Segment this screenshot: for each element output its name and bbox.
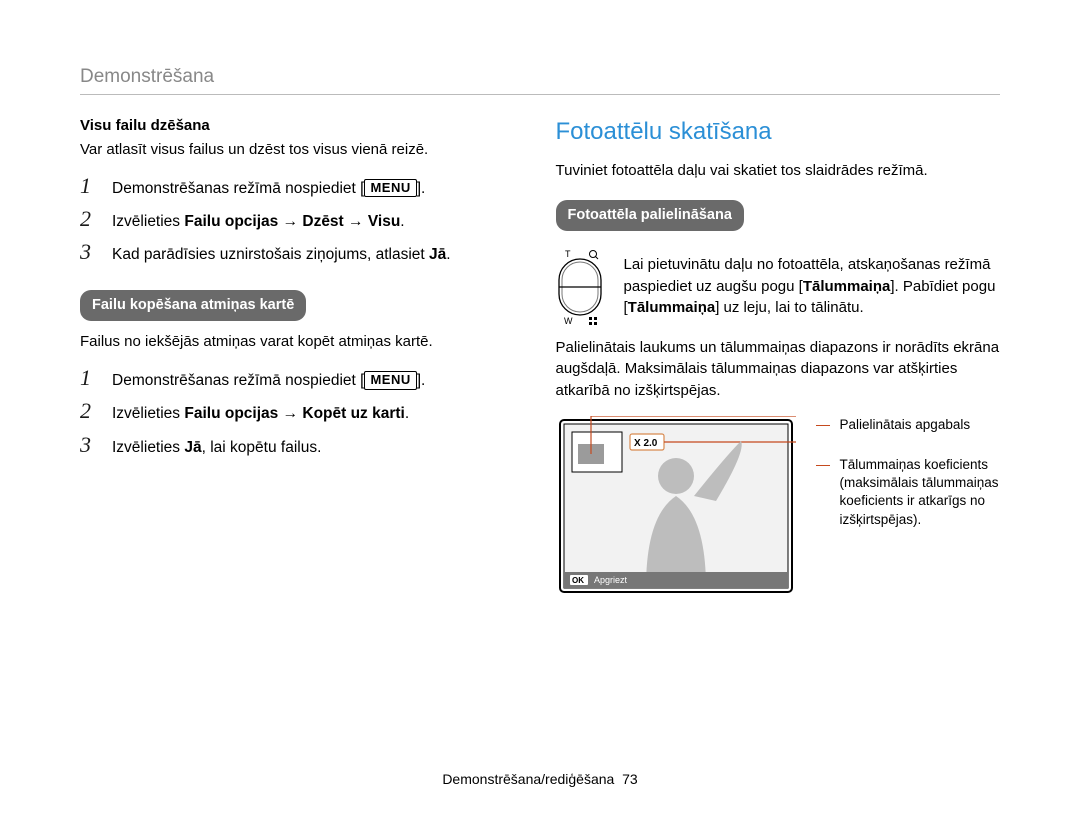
callout-coefficient: Tālummaiņas koeficients (maksimālais tāl…	[816, 456, 1001, 529]
zoom-t-label: T	[565, 249, 571, 259]
step-bold: Failu opcijas → Kopēt uz karti	[184, 405, 404, 422]
section-intro: Tuviniet fotoattēla daļu vai skatiet tos…	[556, 160, 1001, 182]
step-text: Izvēlieties Jā, lai kopētu failus.	[112, 436, 496, 459]
right-column: Fotoattēlu skatīšana Tuviniet fotoattēla…	[556, 115, 1001, 603]
menu-button-label: MENU	[364, 179, 416, 198]
step-number: 1	[80, 175, 100, 197]
step-number: 3	[80, 434, 100, 456]
zoom-w-label: W	[564, 316, 573, 325]
step-bold: Failu opcijas → Dzēst → Visu	[184, 213, 400, 230]
page-footer: Demonstrēšana/rediģēšana 73	[80, 771, 1000, 787]
step-number: 2	[80, 208, 100, 230]
step-fragment: Izvēlieties	[112, 405, 184, 422]
zoom-rocker-desc: Lai pietuvinātu daļu no fotoattēla, atsk…	[624, 254, 1001, 319]
step-fragment: ].	[417, 180, 426, 197]
zoom-heading-pill: Fotoattēla palielināšana	[556, 200, 744, 231]
step-fragment: Izvēlieties	[112, 439, 184, 456]
section-title: Fotoattēlu skatīšana	[556, 115, 1001, 150]
step-bold: Jā	[429, 246, 446, 263]
svg-text:OK: OK	[572, 576, 584, 585]
zoom-rocker-block: T W Lai pietuvinātu daļu no fotoattēla, …	[556, 249, 1001, 325]
step-fragment: , lai kopētu failus.	[202, 439, 322, 456]
delete-all-steps: 1 Demonstrēšanas režīmā nospiediet [MENU…	[80, 175, 496, 267]
footer-section: Demonstrēšana/rediģēšana	[442, 771, 614, 787]
callout-area: Palielinātais apgabals	[816, 416, 1001, 434]
svg-text:X 2.0: X 2.0	[634, 438, 658, 449]
step-number: 2	[80, 400, 100, 422]
step-fragment: .	[400, 213, 404, 230]
running-head: Demonstrēšana	[80, 66, 1000, 95]
step-text: Izvēlieties Failu opcijas → Kopēt uz kar…	[112, 402, 496, 425]
step-fragment: Demonstrēšanas režīmā nospiediet [	[112, 180, 364, 197]
step-fragment: .	[446, 246, 450, 263]
copy-desc: Failus no iekšējās atmiņas varat kopēt a…	[80, 331, 496, 353]
delete-all-heading: Visu failu dzēšana	[80, 115, 496, 137]
page-number: 73	[622, 771, 638, 787]
step-fragment: ].	[417, 372, 426, 389]
step-text: Demonstrēšanas režīmā nospiediet [MENU].	[112, 369, 496, 392]
zoom-paragraph: Palielinātais laukums un tālummaiņas dia…	[556, 337, 1001, 402]
lcd-illustration: X 2.0 OK Apgriezt	[556, 416, 796, 603]
step-fragment: Demonstrēšanas režīmā nospiediet [	[112, 372, 364, 389]
copy-heading-pill: Failu kopēšana atmiņas kartē	[80, 290, 306, 321]
zoom-rocker-icon: T W	[556, 249, 604, 325]
step-text: Demonstrēšanas režīmā nospiediet [MENU].	[112, 177, 496, 200]
svg-text:Apgriezt: Apgriezt	[594, 575, 628, 585]
step-number: 1	[80, 367, 100, 389]
menu-button-label: MENU	[364, 371, 416, 390]
left-column: Visu failu dzēšana Var atlasīt visus fai…	[80, 115, 496, 603]
two-column-layout: Visu failu dzēšana Var atlasīt visus fai…	[80, 115, 1000, 603]
step-bold: Jā	[184, 439, 201, 456]
text-fragment: ] uz leju, lai to tālinātu.	[715, 299, 863, 316]
lcd-callout-block: X 2.0 OK Apgriezt Palielinātais a	[556, 416, 1001, 603]
step-fragment: Kad parādīsies uznirstošais ziņojums, at…	[112, 246, 429, 263]
manual-page: Demonstrēšana Visu failu dzēšana Var atl…	[0, 0, 1080, 815]
text-bold: Tālummaiņa	[803, 278, 891, 295]
lcd-screen-icon: X 2.0 OK Apgriezt	[556, 416, 796, 596]
text-bold: Tālummaiņa	[628, 299, 716, 316]
step-number: 3	[80, 241, 100, 263]
delete-all-desc: Var atlasīt visus failus un dzēst tos vi…	[80, 139, 496, 161]
step-text: Izvēlieties Failu opcijas → Dzēst → Visu…	[112, 210, 496, 233]
copy-steps: 1 Demonstrēšanas režīmā nospiediet [MENU…	[80, 367, 496, 459]
step-text: Kad parādīsies uznirstošais ziņojums, at…	[112, 243, 496, 266]
step-fragment: .	[405, 405, 409, 422]
step-fragment: Izvēlieties	[112, 213, 184, 230]
callouts: Palielinātais apgabals Tālummaiņas koefi…	[816, 416, 1001, 603]
